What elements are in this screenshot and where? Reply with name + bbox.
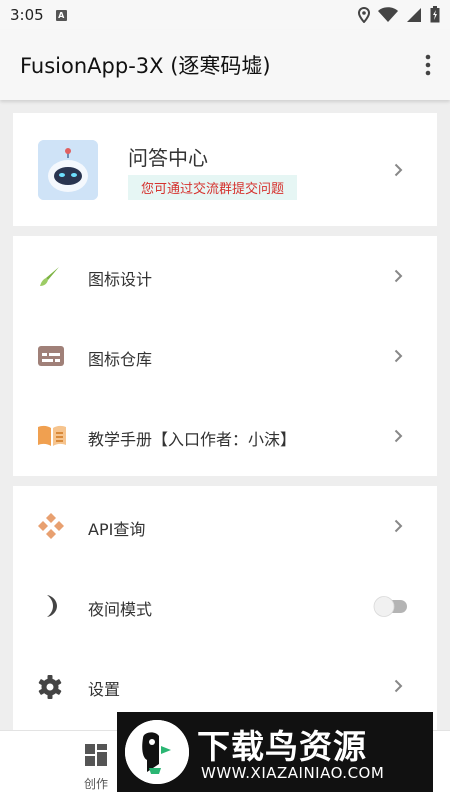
qa-title: 问答中心 (128, 146, 208, 170)
qa-center-card[interactable]: 问答中心 您可通过交流群提交问题 (13, 113, 437, 226)
menu-item-label: 图标仓库 (88, 350, 153, 369)
menu-item-label: 教学手册【入口作者：小沫】 (88, 430, 297, 449)
watermark-banner: 下载鸟资源 WWW.XIAZAINIAO.COM (117, 712, 433, 792)
chevron-right-icon (394, 679, 403, 693)
tab-create[interactable]: 创作 (73, 743, 119, 792)
night-mode-toggle[interactable] (373, 594, 409, 618)
status-time: 3:05 (10, 6, 44, 24)
app-title: FusionApp-3X (逐寒码墟) (20, 54, 271, 78)
book-icon (38, 425, 66, 446)
dashboard-icon (85, 744, 107, 766)
signal-icon (407, 7, 421, 22)
notification-icon: A (55, 9, 67, 21)
watermark-title: 下载鸟资源 (197, 727, 367, 766)
watermark-url: WWW.XIAZAINIAO.COM (201, 764, 385, 782)
moon-icon (47, 595, 57, 617)
menu-item-label: 设置 (88, 680, 121, 699)
more-vert-icon[interactable] (424, 54, 432, 76)
chevron-right-icon (394, 349, 403, 363)
chevron-right-icon (394, 519, 403, 533)
chevron-right-icon (394, 163, 403, 177)
menu-item-tutorial[interactable]: 教学手册【入口作者：小沫】 (13, 396, 437, 476)
menu-item-icon-warehouse[interactable]: 图标仓库 (13, 316, 437, 396)
api-icon (38, 513, 64, 539)
menu-item-label: 夜间模式 (88, 600, 153, 619)
menu-item-night-mode[interactable]: 夜间模式 (13, 566, 437, 646)
menu-group-2: API查询 夜间模式 设置 (13, 486, 437, 730)
menu-item-label: 图标设计 (88, 270, 153, 289)
chevron-right-icon (394, 269, 403, 283)
status-icons (358, 6, 440, 23)
menu-item-label: API查询 (88, 520, 146, 539)
bird-logo-icon (125, 720, 189, 784)
location-icon (358, 6, 370, 23)
tab-create-label: 创作 (83, 777, 108, 791)
gear-icon (38, 675, 62, 699)
wifi-icon (378, 6, 398, 22)
robot-icon (38, 140, 98, 200)
status-bar: 3:05 A (0, 0, 450, 30)
battery-icon (430, 6, 440, 23)
keyboard-icon (38, 346, 64, 366)
chevron-right-icon (394, 429, 403, 443)
qa-subtitle: 您可通过交流群提交问题 (128, 175, 298, 200)
menu-group-1: 图标设计 图标仓库 教学手册【入口作者：小沫】 (13, 236, 437, 476)
app-bar: FusionApp-3X (逐寒码墟) (0, 30, 450, 100)
robot-avatar (38, 140, 98, 200)
menu-item-icon-design[interactable]: 图标设计 (13, 236, 437, 316)
menu-item-api[interactable]: API查询 (13, 486, 437, 566)
brush-icon (40, 267, 59, 286)
